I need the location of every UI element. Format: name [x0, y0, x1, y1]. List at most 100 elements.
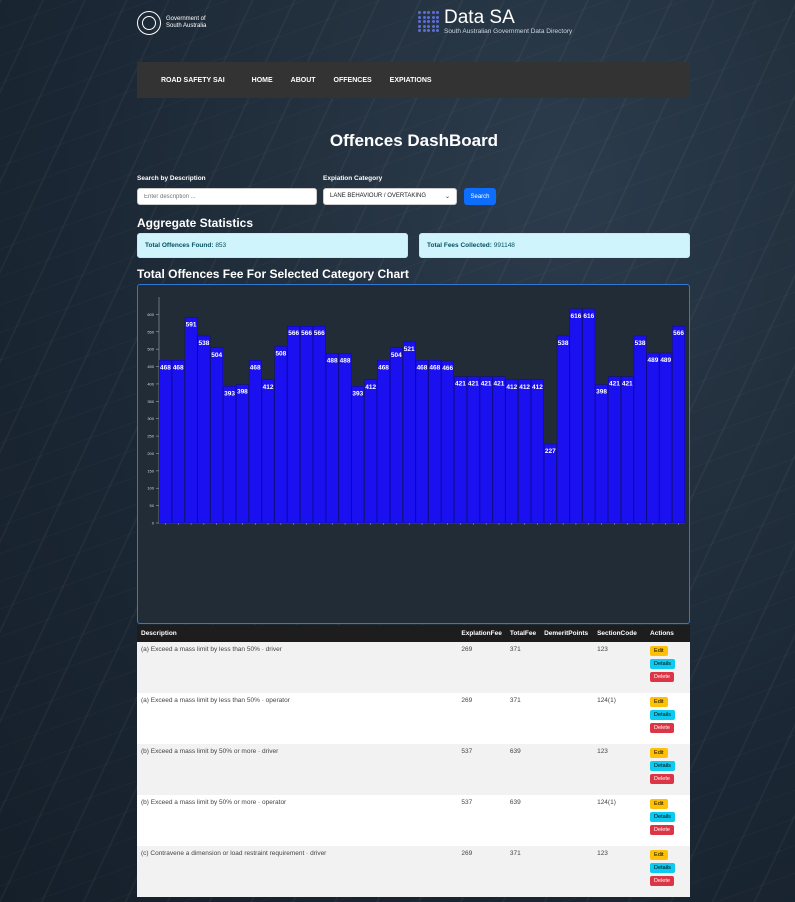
bar-value-label: 521 — [404, 346, 415, 353]
cell-total-fee: 371 — [505, 693, 541, 744]
datasa-logo[interactable]: Data SA South Australian Government Data… — [418, 8, 572, 35]
bar-value-label: 412 — [532, 384, 543, 391]
bar — [479, 376, 493, 524]
bar — [454, 376, 467, 524]
bar — [608, 376, 621, 524]
bar — [261, 379, 275, 524]
col-header-section-code[interactable]: SectionCode — [593, 625, 647, 642]
bar — [633, 335, 647, 524]
nav-offences-link[interactable]: OFFENCES — [334, 77, 372, 84]
nav-home-link[interactable]: HOME — [252, 77, 273, 84]
col-header-demerit-points[interactable]: DemeritPoints — [540, 625, 594, 642]
government-logo[interactable]: Government of South Australia — [137, 11, 206, 35]
description-search-input[interactable] — [137, 188, 317, 205]
delete-button[interactable]: Delete — [650, 672, 674, 682]
description-role: driver — [265, 646, 282, 653]
details-button[interactable]: Details — [650, 659, 675, 669]
table-header-row: Description ExplationFee TotalFee Demeri… — [137, 625, 690, 642]
y-tick-label: 500 — [147, 347, 154, 352]
total-fees-card: Total Fees Collected: 991148 — [419, 233, 690, 258]
cell-description: (b) Exceed a mass limit by 50% or more -… — [137, 744, 458, 795]
total-fees-label: Total Fees Collected: — [427, 242, 492, 249]
edit-button[interactable]: Edit — [650, 799, 668, 809]
delete-button[interactable]: Delete — [650, 876, 674, 886]
cell-total-fee: 639 — [505, 795, 541, 846]
delete-button[interactable]: Delete — [650, 774, 674, 784]
bar-value-label: 504 — [391, 352, 402, 359]
bar-value-label: 421 — [622, 381, 633, 388]
bar-value-label: 489 — [647, 357, 658, 364]
nav-about-link[interactable]: ABOUT — [291, 77, 316, 84]
top-banner: Government of South Australia Data SA So… — [0, 0, 795, 52]
col-header-description[interactable]: Description — [137, 625, 458, 642]
delete-button[interactable]: Delete — [650, 723, 674, 733]
cell-total-fee: 371 — [505, 642, 541, 693]
gov-line-2: South Australia — [166, 23, 207, 29]
bar — [248, 360, 262, 524]
bar-value-label: 466 — [442, 365, 453, 372]
search-button[interactable]: Search — [464, 188, 496, 205]
details-button[interactable]: Details — [650, 710, 675, 720]
bar-value-label: 488 — [340, 357, 351, 364]
aggregate-heading: Aggregate Statistics — [137, 216, 254, 230]
y-tick-label: 600 — [147, 312, 154, 317]
edit-button[interactable]: Edit — [650, 697, 668, 707]
edit-button[interactable]: Edit — [650, 646, 668, 656]
table-row: (c) Contravene a dimension or load restr… — [137, 846, 690, 897]
bar — [223, 386, 236, 524]
bar — [236, 384, 249, 524]
bar — [582, 308, 596, 524]
cell-demerit-points — [540, 795, 594, 846]
description-text: (a) Exceed a mass limit by less than 50% — [141, 646, 260, 653]
nav-expiations-link[interactable]: EXPIATIONS — [390, 77, 432, 84]
bar-value-label: 421 — [455, 381, 466, 388]
bar — [287, 326, 301, 524]
table-row: (a) Exceed a mass limit by less than 50%… — [137, 642, 690, 693]
delete-button[interactable]: Delete — [650, 825, 674, 835]
description-text: (c) Contravene a dimension or load restr… — [141, 850, 305, 857]
bar-value-label: 393 — [224, 390, 235, 397]
category-select[interactable]: LANE BEHAVIOUR / OVERTAKING ⌄ — [323, 188, 457, 205]
bar — [543, 443, 557, 524]
table-row: (a) Exceed a mass limit by less than 50%… — [137, 693, 690, 744]
cell-actions: Edit Details Delete — [646, 744, 690, 795]
brand-title: Data SA — [444, 7, 515, 28]
bar — [402, 341, 416, 524]
edit-button[interactable]: Edit — [650, 850, 668, 860]
cell-actions: Edit Details Delete — [646, 795, 690, 846]
total-offences-value: 853 — [215, 242, 227, 249]
cell-actions: Edit Details Delete — [646, 693, 690, 744]
bar — [428, 360, 442, 524]
table-row: (b) Exceed a mass limit by 50% or more -… — [137, 744, 690, 795]
cell-description: (b) Exceed a mass limit by 50% or more -… — [137, 795, 458, 846]
bar-value-label: 616 — [571, 313, 582, 320]
gov-line-1: Government of — [166, 16, 206, 22]
col-header-explation-fee[interactable]: ExplationFee — [457, 625, 506, 642]
description-text: (b) Exceed a mass limit by 50% or more — [141, 748, 257, 755]
edit-button[interactable]: Edit — [650, 748, 668, 758]
y-tick-label: 200 — [147, 451, 154, 456]
details-button[interactable]: Details — [650, 812, 675, 822]
bar-value-label: 421 — [609, 381, 620, 388]
search-label: Search by Description — [137, 175, 206, 182]
cell-section-code: 123 — [593, 642, 647, 693]
cell-description: (c) Contravene a dimension or load restr… — [137, 846, 458, 897]
y-tick-label: 350 — [147, 399, 154, 404]
bar — [159, 360, 172, 524]
nav-brand-link[interactable]: ROAD SAFETY SAI — [161, 77, 225, 84]
bar-value-label: 421 — [481, 381, 492, 388]
bar — [184, 317, 198, 524]
bar — [492, 376, 506, 524]
details-button[interactable]: Details — [650, 761, 675, 771]
bar-value-label: 566 — [301, 330, 312, 337]
details-button[interactable]: Details — [650, 863, 675, 873]
y-tick-label: 100 — [147, 486, 154, 491]
y-tick-label: 250 — [147, 434, 154, 439]
y-tick-label: 550 — [147, 329, 154, 334]
bar — [351, 386, 365, 524]
category-selected-value: LANE BEHAVIOUR / OVERTAKING — [330, 193, 427, 199]
bar-value-label: 566 — [673, 330, 684, 337]
main-navbar: ROAD SAFETY SAI HOME ABOUT OFFENCES EXPI… — [137, 62, 690, 98]
sa-seal-icon — [137, 11, 161, 35]
col-header-total-fee[interactable]: TotalFee — [505, 625, 541, 642]
